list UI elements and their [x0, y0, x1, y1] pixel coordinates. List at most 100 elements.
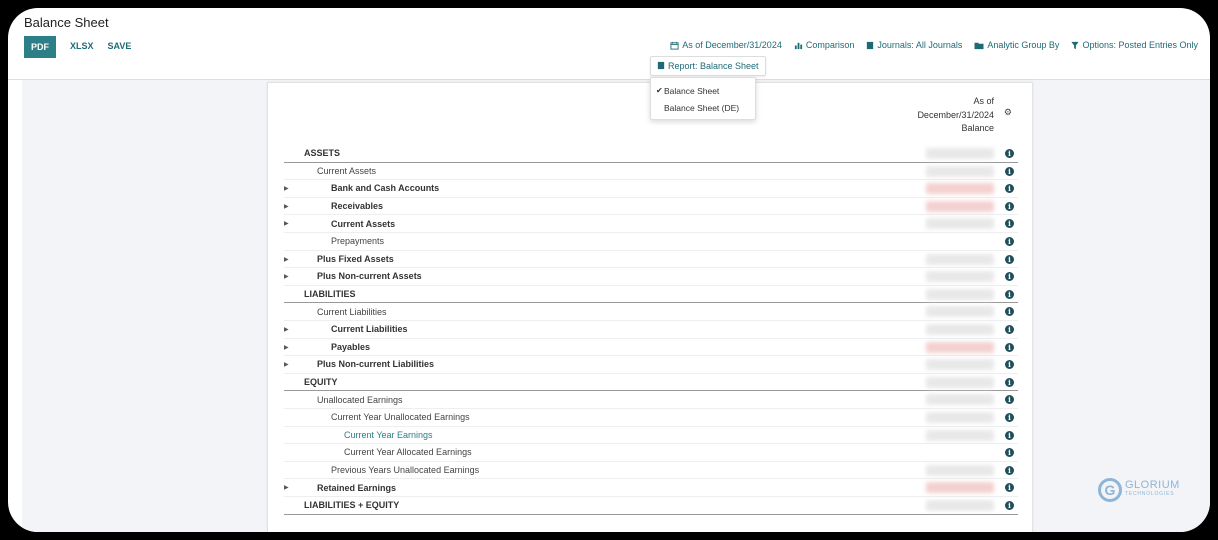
pdf-button[interactable]: PDF	[24, 36, 56, 58]
date-filter-label: As of December/31/2024	[682, 40, 782, 50]
info-icon[interactable]: i	[1005, 501, 1014, 510]
table-row: Current Assets i	[284, 163, 1018, 181]
table-row[interactable]: ▶ Plus Non-current Liabilities i	[284, 356, 1018, 374]
info-icon[interactable]: i	[1005, 254, 1014, 264]
report-selector-label: Report: Balance Sheet	[668, 61, 759, 71]
checkmark-icon: ✔	[656, 86, 663, 95]
info-icon[interactable]: i	[1005, 149, 1014, 158]
info-icon[interactable]: i	[1005, 465, 1014, 475]
table-row[interactable]: ▶ Plus Non-current Assets i	[284, 268, 1018, 286]
report-option-balance-sheet-de[interactable]: Balance Sheet (DE)	[664, 103, 739, 113]
row-label: Current Year Unallocated Earnings	[331, 412, 470, 423]
report-option-balance-sheet[interactable]: Balance Sheet	[664, 86, 719, 96]
column-settings-icon[interactable]: ⚙	[1004, 107, 1012, 118]
page-title: Balance Sheet	[24, 15, 109, 30]
row-label: Current Assets	[317, 165, 377, 176]
balance-column-header: As of December/31/2024 Balance	[917, 95, 994, 136]
date-filter[interactable]: As of December/31/2024	[670, 40, 782, 50]
info-icon[interactable]: i	[1005, 325, 1014, 334]
column-header-line1: As of	[973, 96, 994, 106]
analytic-filter[interactable]: Analytic Group By	[974, 40, 1059, 50]
folder-icon	[974, 41, 984, 50]
section-row: LIABILITIES + EQUITY i	[284, 497, 1018, 515]
column-header-line3: Balance	[961, 123, 994, 133]
table-row[interactable]: ▶ Current Assets i	[284, 215, 1018, 233]
info-icon[interactable]: i	[1005, 413, 1014, 422]
info-icon[interactable]: i	[1005, 184, 1014, 194]
info-icon[interactable]: i	[1005, 272, 1014, 282]
table-row: Current Liabilities i	[284, 303, 1018, 321]
table-row: Unallocated Earnings i	[284, 391, 1018, 409]
balance-value-redacted	[926, 324, 994, 335]
bar-chart-icon	[794, 41, 803, 50]
info-icon[interactable]: i	[1005, 360, 1014, 370]
column-header-line2: December/31/2024	[917, 109, 994, 120]
expand-caret-icon[interactable]: ▶	[284, 220, 289, 227]
info-icon[interactable]: i	[1005, 483, 1014, 493]
row-label: Bank and Cash Accounts	[331, 183, 440, 194]
table-row[interactable]: ▶ Bank and Cash Accounts i	[284, 180, 1018, 198]
options-label: Options: Posted Entries Only	[1082, 40, 1198, 50]
logo-mark: G	[1098, 478, 1122, 502]
row-label: Unallocated Earnings	[317, 394, 403, 405]
row-label: Plus Non-current Liabilities	[317, 359, 435, 370]
info-icon[interactable]: i	[1005, 342, 1014, 352]
balance-value-redacted	[926, 429, 994, 441]
book-icon	[866, 41, 874, 50]
info-icon[interactable]: i	[1005, 219, 1014, 229]
info-icon[interactable]: i	[1005, 237, 1014, 246]
options-filter[interactable]: Options: Posted Entries Only	[1071, 40, 1198, 50]
expand-caret-icon[interactable]: ▶	[284, 256, 289, 263]
table-row[interactable]: ▶ Plus Fixed Assets i	[284, 251, 1018, 269]
row-label: Receivables	[331, 201, 384, 212]
row-label: Current Liabilities	[331, 324, 408, 335]
balance-value-redacted	[926, 200, 994, 212]
calendar-icon	[670, 41, 679, 50]
section-row: LIABILITIES i	[284, 286, 1018, 304]
info-icon[interactable]: i	[1005, 395, 1014, 405]
expand-caret-icon[interactable]: ▶	[284, 344, 289, 351]
expand-caret-icon[interactable]: ▶	[284, 273, 289, 280]
row-label: Current Assets	[331, 218, 396, 229]
expand-caret-icon[interactable]: ▶	[284, 326, 289, 333]
table-row[interactable]: ▶ Receivables i	[284, 198, 1018, 216]
journals-filter[interactable]: Journals: All Journals	[866, 40, 962, 50]
row-label: Current Liabilities	[317, 306, 387, 317]
table-row: Previous Years Unallocated Earnings i	[284, 462, 1018, 480]
table-row[interactable]: ▶ Retained Earnings i	[284, 479, 1018, 497]
balance-value-redacted	[926, 359, 994, 371]
info-icon[interactable]: i	[1005, 201, 1014, 211]
xlsx-button[interactable]: XLSX	[63, 36, 101, 58]
info-icon[interactable]: i	[1005, 377, 1014, 387]
info-icon[interactable]: i	[1005, 307, 1014, 317]
glorium-logo: G GLORIUM TECHNOLOGIES	[1098, 478, 1180, 502]
report-selector-button[interactable]: Report: Balance Sheet	[650, 56, 766, 76]
comparison-filter[interactable]: Comparison	[794, 40, 854, 50]
info-icon[interactable]: i	[1005, 430, 1014, 440]
expand-caret-icon[interactable]: ▶	[284, 484, 289, 491]
table-row[interactable]: ▶ Current Liabilities i	[284, 321, 1018, 339]
table-row[interactable]: Current Year Earnings i	[284, 427, 1018, 445]
row-label: Prepayments	[331, 236, 385, 247]
expand-caret-icon[interactable]: ▶	[284, 203, 289, 210]
info-icon[interactable]: i	[1005, 289, 1014, 299]
report-dropdown-menu: ✔ Balance Sheet Balance Sheet (DE)	[650, 77, 756, 120]
expand-caret-icon[interactable]: ▶	[284, 361, 289, 368]
row-label: Previous Years Unallocated Earnings	[331, 465, 480, 476]
balance-value-redacted	[926, 306, 994, 318]
section-row: EQUITY i	[284, 374, 1018, 392]
balance-value-redacted	[926, 253, 994, 265]
balance-value-redacted	[926, 482, 994, 494]
table-row[interactable]: ▶ Payables i	[284, 339, 1018, 357]
row-label[interactable]: Current Year Earnings	[344, 430, 433, 440]
section-row: ASSETS i	[284, 145, 1018, 163]
save-button[interactable]: SAVE	[101, 36, 139, 58]
table-row: Current Year Allocated Earnings i	[284, 444, 1018, 462]
info-icon[interactable]: i	[1005, 166, 1014, 176]
balance-value-redacted	[926, 218, 994, 230]
expand-caret-icon[interactable]: ▶	[284, 185, 289, 192]
filter-icon	[1071, 41, 1080, 50]
analytic-label: Analytic Group By	[987, 40, 1060, 50]
info-icon[interactable]: i	[1005, 448, 1014, 458]
balance-value-redacted	[926, 341, 994, 353]
